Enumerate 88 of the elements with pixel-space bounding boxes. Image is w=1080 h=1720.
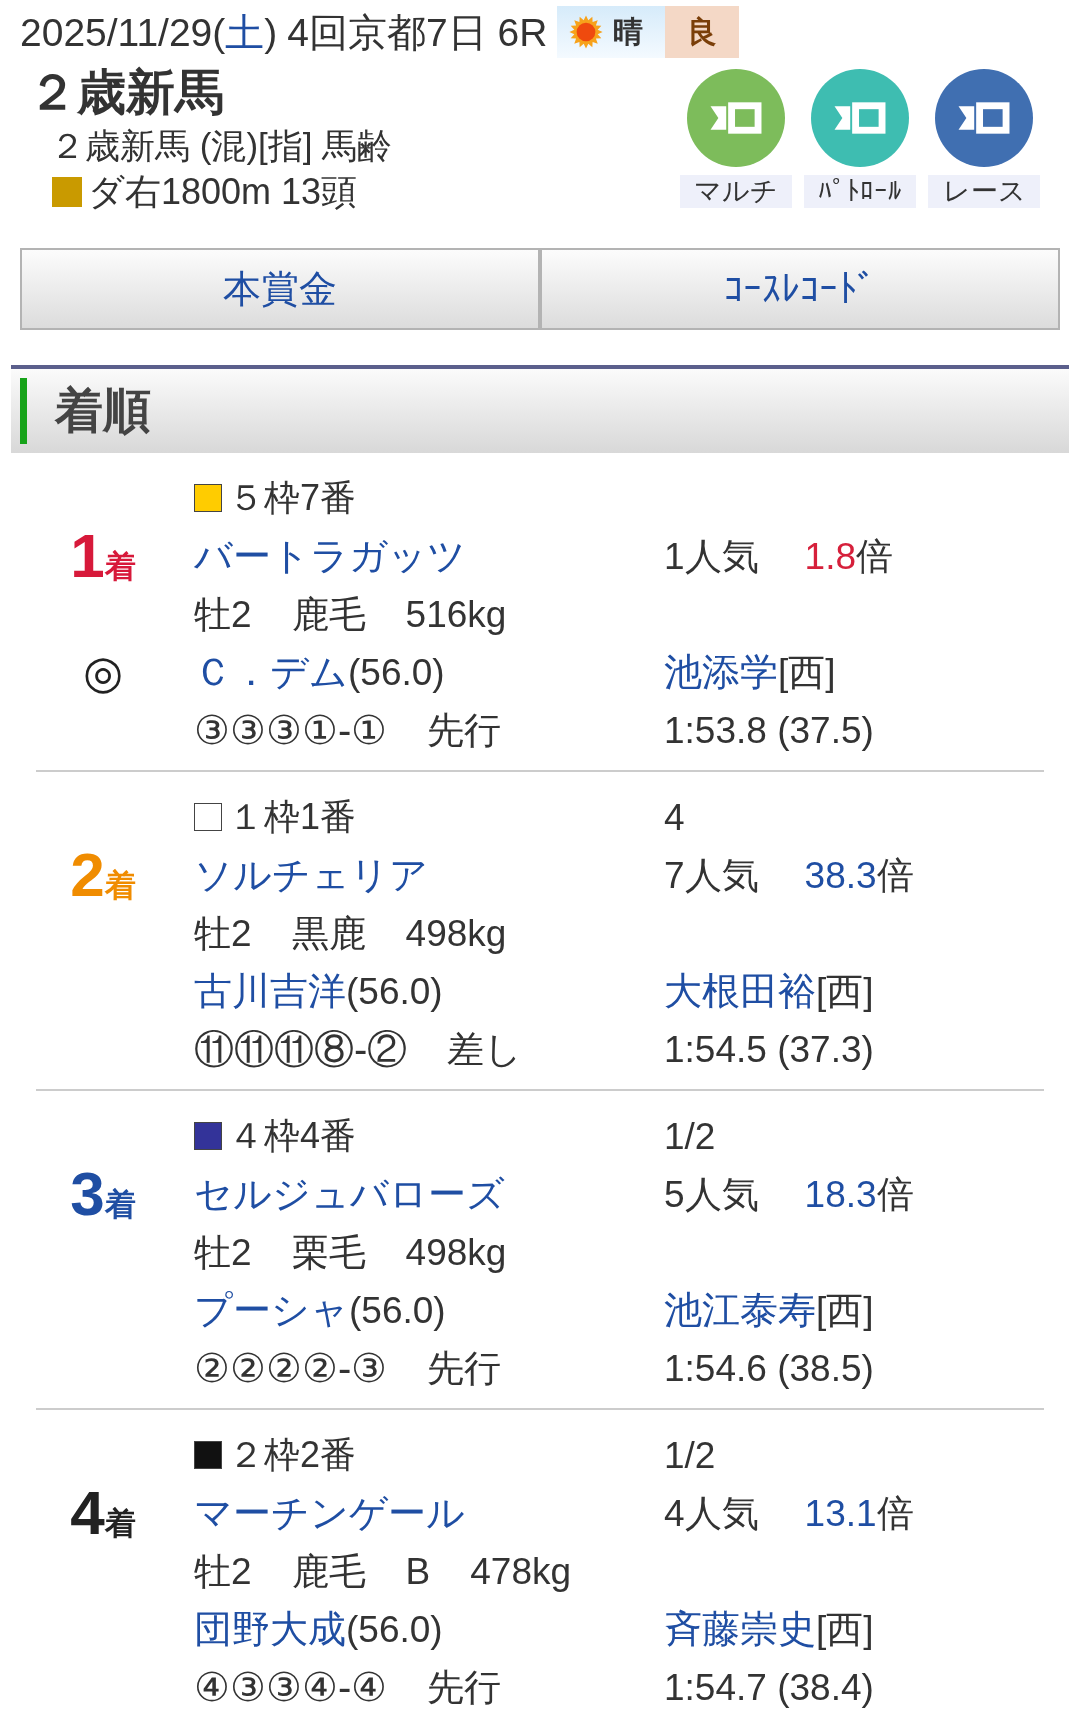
odds-value: 38.3 — [804, 856, 877, 894]
horse-detail: 516kg — [405, 595, 507, 633]
video-camera-icon[interactable] — [687, 69, 785, 167]
section-title: 着順 — [55, 387, 151, 435]
horse-name-link[interactable]: バートラガッツ — [194, 537, 466, 575]
running-style: 先行 — [427, 1349, 502, 1387]
trainer-region: [西] — [816, 1610, 874, 1648]
odds-unit: 倍 — [856, 537, 893, 575]
popularity-text: 7人気 — [664, 856, 759, 894]
running-style: 先行 — [427, 1668, 502, 1706]
jockey-link[interactable]: 団野大成 — [194, 1610, 346, 1648]
frame-number: ５枠7番 — [228, 480, 357, 516]
race-conditions: ２歳新馬 (混)[指] 馬齢 — [50, 127, 393, 163]
trainer-link[interactable]: 斉藤崇史 — [664, 1610, 816, 1648]
jockey-link[interactable]: Ｃ．デム — [194, 653, 348, 691]
popularity-text: 5人気 — [664, 1175, 759, 1213]
horse-detail: 牡2 — [194, 1233, 252, 1271]
passing-order: ⑪⑪⑪⑧-② — [194, 1029, 408, 1069]
margin-text: 1/2 — [664, 1436, 716, 1474]
jockey-link[interactable]: 古川吉洋 — [194, 972, 346, 1010]
trainer-region: [西] — [778, 653, 836, 691]
odds-value: 1.8 — [804, 537, 856, 575]
trainer-link[interactable]: 池添学 — [664, 653, 778, 691]
video-label[interactable]: ﾊﾟﾄﾛｰﾙ — [804, 175, 916, 208]
margin-text: 4 — [664, 798, 685, 836]
section-accent-bar — [20, 378, 27, 444]
finish-time: 1:54.5 (37.3) — [664, 1030, 874, 1068]
finish-time: 1:54.6 (38.5) — [664, 1349, 874, 1387]
odds-unit: 倍 — [876, 1494, 914, 1532]
odds-unit: 倍 — [876, 856, 914, 894]
frame-number: ４枠4番 — [228, 1118, 357, 1154]
prize-money-button[interactable]: 本賞金 — [20, 248, 540, 330]
trainer-region: [西] — [816, 972, 874, 1010]
horse-detail: 黒鹿 — [291, 914, 366, 952]
horse-detail: B — [405, 1552, 431, 1590]
race-meeting: 4回京都7日 6R — [287, 12, 548, 52]
trainer-link[interactable]: 大根田裕 — [664, 972, 816, 1010]
running-style: 先行 — [427, 711, 502, 749]
popularity-text: 1人気 — [664, 537, 759, 575]
horse-detail: 498kg — [405, 914, 507, 952]
video-camera-icon[interactable] — [935, 69, 1033, 167]
prediction-mark: ◎ — [82, 649, 124, 695]
race-title: ２歳新馬 — [28, 67, 224, 117]
odds-value: 18.3 — [804, 1175, 877, 1213]
passing-order: ④③③④-④ — [194, 1667, 388, 1707]
finish-time: 1:54.7 (38.4) — [664, 1668, 874, 1706]
jockey-weight: (56.0) — [346, 1610, 443, 1648]
jockey-weight: (56.0) — [348, 653, 445, 691]
course-record-button[interactable]: ｺｰｽﾚｺｰﾄﾞ — [540, 248, 1060, 330]
horse-name-link[interactable]: ソルチェリア — [194, 856, 428, 894]
trainer-link[interactable]: 池江泰寿 — [664, 1291, 816, 1329]
horse-name-link[interactable]: セルジュバローズ — [194, 1175, 505, 1213]
finish-position: 3着 — [70, 1163, 136, 1225]
running-style: 差し — [447, 1030, 523, 1068]
weather-text: 晴 — [613, 17, 644, 47]
finish-position: 4着 — [70, 1482, 136, 1544]
jockey-weight: (56.0) — [346, 972, 443, 1010]
video-camera-icon[interactable] — [811, 69, 909, 167]
horse-detail: 478kg — [470, 1552, 572, 1590]
margin-text: 1/2 — [664, 1117, 716, 1155]
frame-number: １枠1番 — [228, 799, 357, 835]
sun-icon — [569, 15, 604, 49]
horse-detail: 鹿毛 — [291, 1552, 366, 1590]
horse-detail: 鹿毛 — [291, 595, 366, 633]
jockey-link[interactable]: プーシャ — [194, 1291, 349, 1329]
finish-position: 2着 — [70, 844, 136, 906]
course-info: ダ右1800m 13頭 — [88, 174, 358, 210]
horse-name-link[interactable]: マーチンゲール — [194, 1494, 465, 1532]
finish-position: 1着 — [70, 525, 136, 587]
horse-detail: 498kg — [405, 1233, 507, 1271]
jockey-weight: (56.0) — [349, 1291, 446, 1329]
horse-detail: 牡2 — [194, 1552, 252, 1590]
horse-detail: 牡2 — [194, 914, 252, 952]
popularity-text: 4人気 — [664, 1494, 759, 1532]
odds-unit: 倍 — [876, 1175, 914, 1213]
finish-time: 1:53.8 (37.5) — [664, 711, 874, 749]
race-date: 2025/11/29(土) — [20, 12, 278, 52]
track-condition-label: 良 — [665, 6, 740, 58]
passing-order: ②②②②-③ — [194, 1348, 388, 1388]
video-label[interactable]: マルチ — [680, 175, 792, 208]
trainer-region: [西] — [816, 1291, 874, 1329]
frame-number: ２枠2番 — [228, 1437, 357, 1473]
passing-order: ③③③①-① — [194, 710, 388, 750]
course-square-icon — [52, 177, 82, 207]
horse-detail: 牡2 — [194, 595, 252, 633]
horse-detail: 栗毛 — [291, 1233, 366, 1271]
video-label[interactable]: レース — [928, 175, 1040, 208]
odds-value: 13.1 — [804, 1494, 877, 1532]
